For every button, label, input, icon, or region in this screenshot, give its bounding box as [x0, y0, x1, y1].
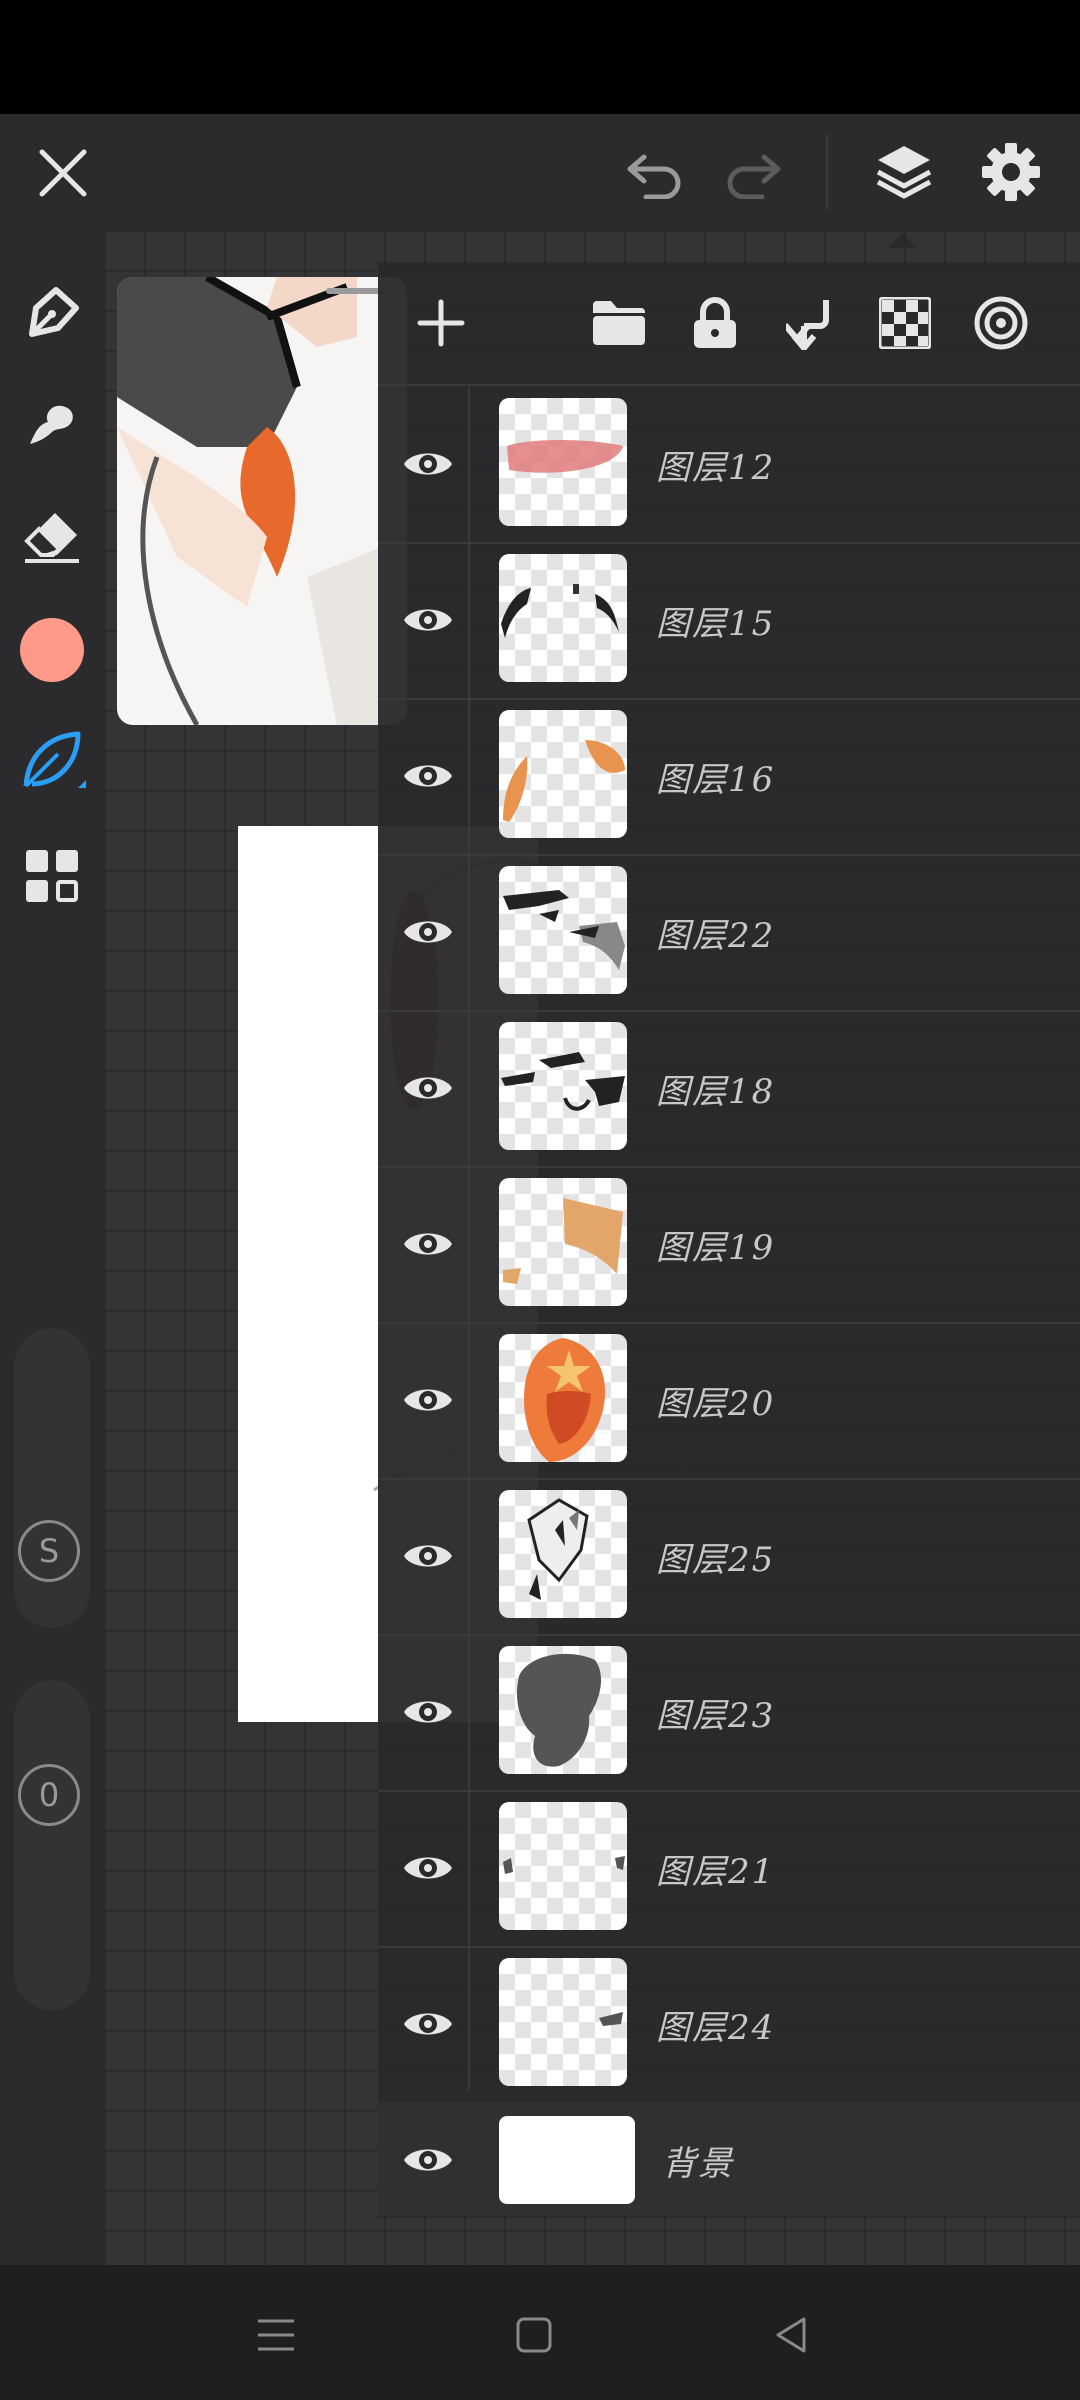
layer-row[interactable]: 图层20: [378, 1322, 1080, 1480]
status-bar: [0, 0, 1080, 114]
layer-thumbnail: [499, 1490, 627, 1618]
grid-icon[interactable]: [20, 844, 84, 908]
blend-icon[interactable]: [970, 292, 1032, 354]
menu-icon[interactable]: [246, 2305, 306, 2365]
layer-thumbnail: [499, 1958, 627, 2086]
layer-name: 图层12: [656, 448, 776, 488]
color-swatch[interactable]: [20, 618, 84, 682]
merge-down-icon[interactable]: [778, 292, 840, 354]
layer-thumbnail: [499, 866, 627, 994]
folder-icon[interactable]: [588, 292, 650, 354]
gear-icon[interactable]: [975, 136, 1047, 208]
layer-thumbnail: [499, 710, 627, 838]
layer-row[interactable]: 图层12: [378, 386, 1080, 544]
visibility-eye-icon[interactable]: [398, 590, 458, 650]
visibility-eye-icon[interactable]: [398, 746, 458, 806]
opacity-slider-label: 0: [18, 1764, 80, 1826]
visibility-eye-icon[interactable]: [398, 1838, 458, 1898]
layer-row[interactable]: 图层19: [378, 1166, 1080, 1324]
layer-name: 图层15: [656, 604, 776, 644]
layer-row[interactable]: 图层25: [378, 1478, 1080, 1636]
layer-thumbnail: [499, 1802, 627, 1930]
brush-leaf-icon[interactable]: [16, 724, 90, 798]
layer-name: 图层18: [656, 1072, 776, 1112]
background-layer-row[interactable]: 背景: [378, 2102, 1080, 2216]
layer-name: 图层22: [656, 916, 776, 956]
size-slider-label: S: [18, 1520, 80, 1582]
layer-row[interactable]: 图层21: [378, 1790, 1080, 1948]
visibility-eye-icon[interactable]: [398, 1058, 458, 1118]
layers-icon[interactable]: [868, 136, 940, 208]
layer-name: 图层16: [656, 760, 776, 800]
redo-icon[interactable]: [718, 144, 788, 204]
reference-drag-handle[interactable]: [326, 288, 386, 294]
close-icon[interactable]: [30, 140, 96, 206]
opacity-slider[interactable]: [14, 1680, 90, 2010]
visibility-eye-icon[interactable]: [398, 434, 458, 494]
layer-thumbnail: [499, 1178, 627, 1306]
divider: [826, 134, 828, 210]
layer-thumbnail: [499, 1334, 627, 1462]
layer-thumbnail: [499, 398, 627, 526]
layer-name: 图层24: [656, 2008, 776, 2048]
layer-name: 图层25: [656, 1540, 776, 1580]
layer-row[interactable]: 图层18: [378, 1010, 1080, 1168]
reference-image[interactable]: [117, 277, 407, 725]
home-icon[interactable]: [504, 2305, 564, 2365]
layer-row[interactable]: 图层23: [378, 1634, 1080, 1792]
layer-name: 图层20: [656, 1384, 776, 1424]
layer-name: 图层21: [656, 1852, 776, 1892]
back-icon[interactable]: [762, 2305, 822, 2365]
smudge-icon[interactable]: [18, 390, 86, 458]
layer-row[interactable]: 图层22: [378, 854, 1080, 1012]
layer-thumbnail: [499, 1646, 627, 1774]
top-bar: [0, 114, 1080, 230]
panel-pointer: [888, 232, 916, 248]
lock-icon[interactable]: [684, 292, 746, 354]
layer-row[interactable]: 图层16: [378, 698, 1080, 856]
transparency-icon[interactable]: [874, 292, 936, 354]
visibility-eye-icon[interactable]: [398, 1370, 458, 1430]
layers-panel: 图层12 图层15 图层16 图层22 图层18 图层19 图层20 图层25: [378, 262, 1080, 2218]
layer-row[interactable]: 图层24: [378, 1946, 1080, 2104]
visibility-eye-icon[interactable]: [398, 1526, 458, 1586]
visibility-eye-icon[interactable]: [398, 1994, 458, 2054]
add-layer-icon[interactable]: [410, 292, 472, 354]
tool-sidebar: S 0: [0, 230, 104, 2265]
pen-icon[interactable]: [18, 278, 86, 346]
visibility-eye-icon[interactable]: [398, 1214, 458, 1274]
layer-row[interactable]: 图层15: [378, 542, 1080, 700]
layer-thumbnail: [499, 554, 627, 682]
layer-name: 图层19: [656, 1228, 776, 1268]
visibility-eye-icon[interactable]: [398, 1682, 458, 1742]
visibility-eye-icon[interactable]: [398, 902, 458, 962]
layer-name: 背景: [662, 2144, 734, 2184]
size-slider[interactable]: [14, 1328, 90, 1628]
layers-action-bar: [378, 262, 1080, 386]
visibility-eye-icon[interactable]: [398, 2130, 458, 2190]
undo-icon[interactable]: [620, 144, 690, 204]
layer-thumbnail: [499, 1022, 627, 1150]
system-nav-bar: [0, 2265, 1080, 2400]
eraser-icon[interactable]: [18, 502, 86, 570]
layer-name: 图层23: [656, 1696, 776, 1736]
background-thumbnail: [499, 2116, 635, 2204]
